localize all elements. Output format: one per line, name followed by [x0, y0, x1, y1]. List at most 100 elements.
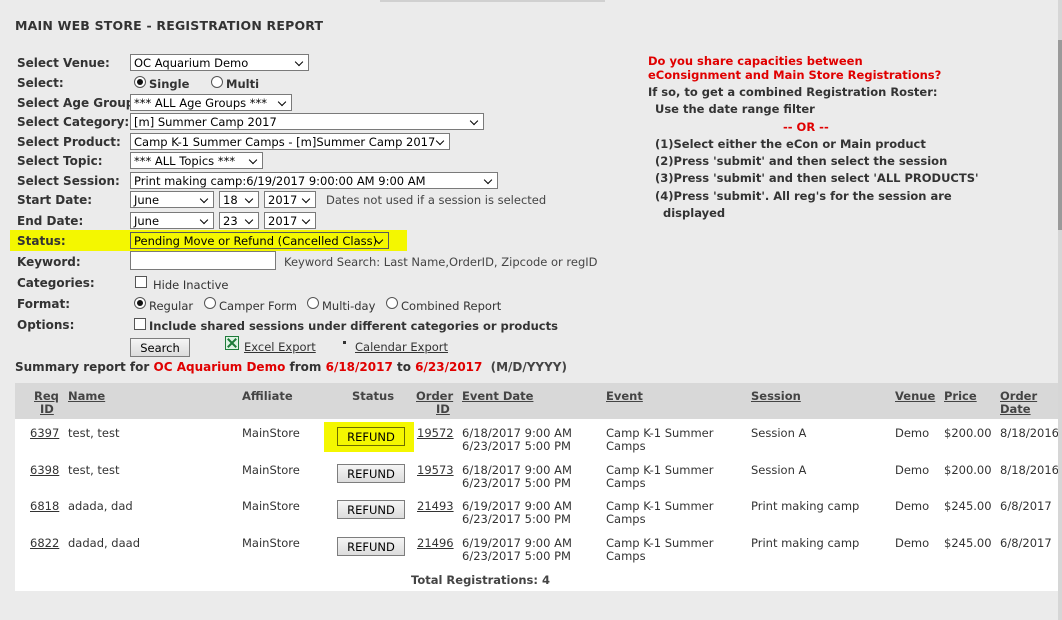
header-price[interactable]: Price — [944, 390, 977, 403]
start-date-label: Start Date: — [17, 193, 93, 207]
header-event-date[interactable]: Event Date — [462, 390, 533, 403]
venue-label: Select Venue: — [17, 56, 110, 70]
format-camper-form-label: Camper Form — [219, 299, 298, 313]
topic-select[interactable]: *** ALL Topics *** — [130, 152, 263, 169]
affiliate: MainStore — [242, 536, 300, 550]
req-id-link[interactable]: 6398 — [30, 464, 59, 477]
event-name-2: Camps — [606, 512, 646, 526]
info-intro: If so, to get a combined Registration Ro… — [648, 85, 938, 99]
header-name[interactable]: Name — [68, 390, 105, 403]
dates-note: Dates not used if a session is selected — [326, 193, 547, 207]
keyword-row: Keyword: Keyword Search: Last Name,Order… — [0, 251, 640, 272]
affiliate: MainStore — [242, 463, 300, 477]
include-shared-checkbox[interactable] — [134, 318, 146, 330]
chevron-down-icon — [484, 175, 494, 185]
registrant-name: test, test — [68, 426, 120, 440]
chevron-down-icon — [278, 97, 288, 107]
header-session[interactable]: Session — [751, 390, 801, 403]
age-group-select[interactable]: *** ALL Age Groups *** — [130, 94, 292, 111]
header-event[interactable]: Event — [606, 390, 643, 403]
order-id-link[interactable]: 19573 — [417, 464, 454, 477]
info-step-3: (3)Press 'submit' and then select 'ALL P… — [655, 171, 979, 185]
summary-from-date: 6/18/2017 — [325, 360, 393, 374]
format-camper-form-radio[interactable] — [204, 297, 216, 309]
keyword-hint: Keyword Search: Last Name,OrderID, Zipco… — [284, 255, 598, 269]
chevron-down-icon — [245, 194, 255, 204]
format-combined-radio[interactable] — [386, 297, 398, 309]
event-end: 6/23/2017 5:00 PM — [462, 549, 571, 563]
header-venue[interactable]: Venue — [895, 390, 935, 403]
event-end: 6/23/2017 5:00 PM — [462, 512, 571, 526]
affiliate: MainStore — [242, 499, 300, 513]
end-month-select[interactable]: June — [130, 212, 214, 229]
search-button[interactable]: Search — [130, 338, 190, 357]
event-end: 6/23/2017 5:00 PM — [462, 439, 571, 453]
chevron-down-icon — [302, 194, 312, 204]
excel-icon[interactable] — [225, 336, 239, 350]
order-id-link[interactable]: 21493 — [417, 500, 454, 513]
refund-button[interactable]: REFUND — [337, 537, 405, 556]
product-select-value: Camp K-1 Summer Camps - [m]Summer Camp 2… — [134, 135, 436, 149]
summary-line: Summary report for OC Aquarium Demo from… — [15, 360, 567, 374]
session-name: Print making camp — [751, 536, 860, 550]
chevron-down-icon — [470, 116, 480, 126]
category-label: Select Category: — [17, 115, 130, 129]
venue: Demo — [895, 426, 930, 440]
scrollbar-thumb[interactable] — [1058, 40, 1062, 230]
calendar-icon[interactable] — [343, 341, 346, 344]
excel-export-link[interactable]: Excel Export — [244, 340, 316, 354]
venue-select[interactable]: OC Aquarium Demo — [130, 54, 309, 71]
category-select[interactable]: [m] Summer Camp 2017 — [130, 113, 484, 130]
event-name-2: Camps — [606, 549, 646, 563]
order-id-link[interactable]: 21496 — [417, 537, 454, 550]
refund-button[interactable]: REFUND — [337, 464, 405, 483]
session-name: Session A — [751, 463, 807, 477]
summary-prefix: Summary report for — [15, 360, 150, 374]
end-date-row: End Date: June 23 2017 — [0, 211, 640, 231]
start-month-select[interactable]: June — [130, 191, 214, 208]
chevron-down-icon — [295, 57, 305, 67]
start-day-value: 18 — [223, 193, 238, 207]
header-req-id-2[interactable]: ID — [40, 403, 54, 416]
single-radio-label: Single — [149, 77, 190, 91]
info-panel: Do you share capacities between eConsign… — [648, 54, 979, 220]
end-year-select[interactable]: 2017 — [264, 212, 316, 229]
product-select[interactable]: Camp K-1 Summer Camps - [m]Summer Camp 2… — [130, 133, 450, 150]
select-mode-row: Select: Single Multi — [0, 73, 640, 93]
start-day-select[interactable]: 18 — [219, 191, 259, 208]
registrant-name: test, test — [68, 463, 120, 477]
end-day-select[interactable]: 23 — [219, 212, 259, 229]
format-multi-day-radio[interactable] — [307, 297, 319, 309]
category-row: Select Category: [m] Summer Camp 2017 — [0, 112, 640, 132]
refund-button[interactable]: REFUND — [337, 427, 405, 446]
page-title: MAIN WEB STORE - REGISTRATION REPORT — [15, 18, 324, 33]
chevron-down-icon — [200, 194, 210, 204]
order-date: 6/8/2017 — [1000, 499, 1052, 513]
vertical-scrollbar[interactable] — [1058, 0, 1062, 620]
req-id-link[interactable]: 6818 — [30, 500, 59, 513]
req-id-link[interactable]: 6822 — [30, 537, 59, 550]
session-select[interactable]: Print making camp:6/19/2017 9:00:00 AM 9… — [130, 172, 498, 189]
keyword-input[interactable] — [130, 251, 276, 270]
venue-row: Select Venue: OC Aquarium Demo — [0, 53, 640, 73]
header-order-date-2[interactable]: Date — [1000, 403, 1031, 416]
price: $245.00 — [944, 499, 992, 513]
format-regular-radio[interactable] — [134, 297, 146, 309]
topic-select-value: *** ALL Topics *** — [134, 154, 236, 168]
single-radio[interactable] — [134, 76, 146, 88]
start-year-select[interactable]: 2017 — [264, 191, 316, 208]
refund-button[interactable]: REFUND — [337, 500, 405, 519]
header-order-id-2[interactable]: ID — [436, 403, 450, 416]
order-id-link[interactable]: 19572 — [417, 427, 454, 440]
info-question-1: Do you share capacities between — [648, 54, 863, 68]
req-id-link[interactable]: 6397 — [30, 427, 59, 440]
hide-inactive-checkbox[interactable] — [135, 276, 147, 288]
info-step-4b: displayed — [663, 206, 726, 220]
calendar-export-link[interactable]: Calendar Export — [355, 340, 448, 354]
multi-radio[interactable] — [211, 76, 223, 88]
session-row: Select Session: Print making camp:6/19/2… — [0, 171, 640, 191]
chevron-down-icon — [200, 215, 210, 225]
header-status: Status — [352, 389, 395, 403]
status-select[interactable]: Pending Move or Refund (Cancelled Class) — [130, 232, 389, 249]
product-row: Select Product: Camp K-1 Summer Camps - … — [0, 132, 640, 152]
